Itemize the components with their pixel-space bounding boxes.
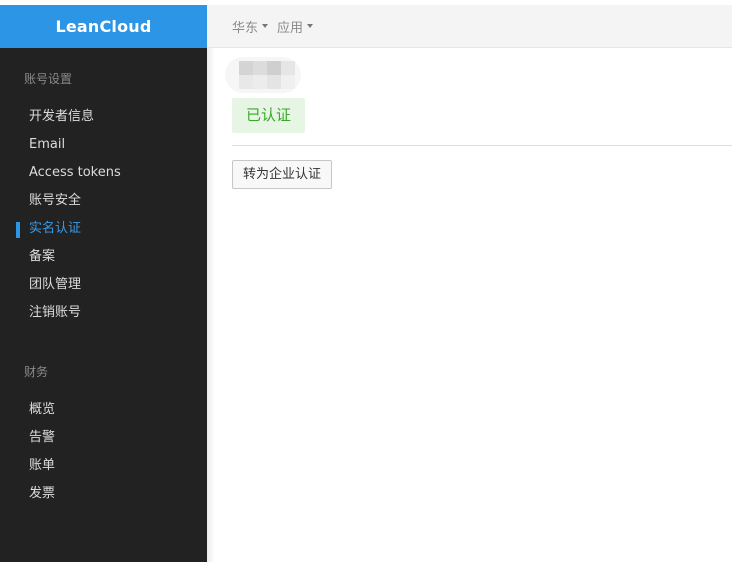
nav-finance: 概览 告警 账单 发票 — [0, 399, 207, 511]
app-dropdown[interactable]: 应用 — [277, 17, 314, 36]
sidebar-item-account-security[interactable]: 账号安全 — [0, 190, 207, 218]
blurred-user-name — [225, 57, 301, 93]
region-dropdown-label: 华东 — [232, 20, 259, 36]
brand-logo[interactable]: LeanCloud — [0, 5, 207, 48]
main-content: 华东 应用 已认证 转为企业认证 — [207, 5, 732, 562]
convert-to-enterprise-button[interactable]: 转为企业认证 — [232, 160, 333, 189]
app-dropdown-label: 应用 — [277, 20, 304, 36]
sidebar: LeanCloud 账号设置 开发者信息 Email Access tokens… — [0, 5, 207, 562]
sidebar-item-bills[interactable]: 账单 — [0, 455, 207, 483]
sidebar-item-access-tokens[interactable]: Access tokens — [0, 162, 207, 190]
section-title-account-settings: 账号设置 — [24, 72, 73, 86]
verified-status-badge: 已认证 — [232, 98, 306, 133]
caret-down-icon — [262, 24, 269, 28]
divider — [232, 145, 732, 146]
section-title-finance: 财务 — [24, 365, 49, 379]
caret-down-icon — [307, 24, 314, 28]
sidebar-item-alerts[interactable]: 告警 — [0, 427, 207, 455]
sidebar-item-delete-account[interactable]: 注销账号 — [0, 302, 207, 330]
nav-account-settings: 开发者信息 Email Access tokens 账号安全 实名认证 备案 团… — [0, 106, 207, 330]
sidebar-item-invoices[interactable]: 发票 — [0, 483, 207, 511]
sidebar-item-overview[interactable]: 概览 — [0, 399, 207, 427]
top-bar: 华东 应用 — [207, 5, 732, 48]
sidebar-item-icp-filing[interactable]: 备案 — [0, 246, 207, 274]
sidebar-item-developer-info[interactable]: 开发者信息 — [0, 106, 207, 134]
sidebar-item-real-name-verification[interactable]: 实名认证 — [0, 218, 207, 246]
sidebar-item-email[interactable]: Email — [0, 134, 207, 162]
page: LeanCloud 账号设置 开发者信息 Email Access tokens… — [0, 0, 732, 562]
region-dropdown[interactable]: 华东 — [232, 17, 269, 36]
sidebar-item-team-management[interactable]: 团队管理 — [0, 274, 207, 302]
